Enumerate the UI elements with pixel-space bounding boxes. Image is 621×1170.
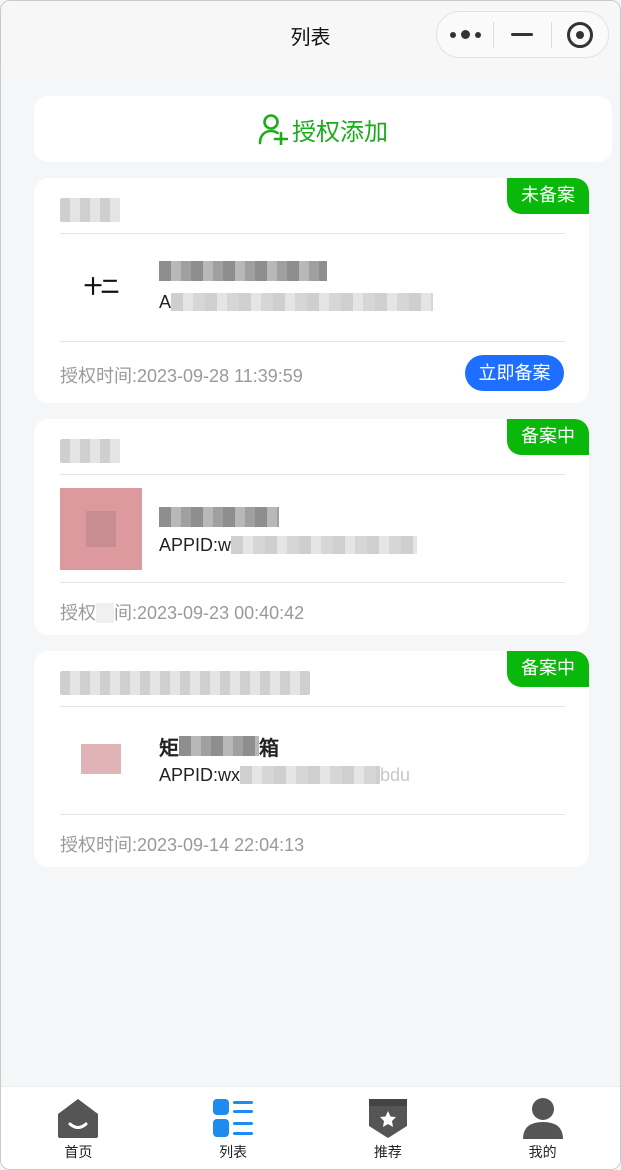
authorization-time: 授权时间:2023-09-14 22:04:13 [60,835,305,855]
authorization-time: 授权时间:2023-09-28 11:39:59 [60,366,303,386]
card-divider [60,233,565,234]
add-user-icon [258,114,288,145]
authorize-add-button[interactable]: 授权添加 [34,96,612,162]
tab-bar: 首页 列表 推荐 我的 [1,1086,620,1169]
list-icon [213,1099,254,1137]
app-title-blurred [179,736,259,756]
navigation-bar: 列表 [1,1,620,67]
app-id-prefix: A [159,291,172,312]
app-title [159,504,279,530]
mini-program-card[interactable]: 备案中 APPID:w 授权 间:2023-09-23 00:40:42 [34,419,589,635]
app-title-blurred [159,261,327,281]
app-frame: 列表 授权添加 未备案 十二 A 授权时间:2023-09-28 11:39:5… [0,0,621,1170]
mini-program-capsule [436,11,609,58]
authorization-time: 授权 间:2023-09-23 00:40:42 [60,599,304,625]
minimize-icon [511,33,534,36]
card-divider [60,706,565,707]
recommend-badge-icon [368,1099,407,1138]
mini-program-card[interactable]: 备案中 矩 箱 APPID:wx bdu 授权时间:2023-09-14 22:… [34,651,589,867]
card-divider [60,582,565,583]
redaction-block [96,603,114,623]
mini-program-card[interactable]: 未备案 十二 A 授权时间:2023-09-28 11:39:59 立即备案 [34,178,589,403]
minimize-button[interactable] [494,12,550,57]
status-badge: 备案中 [507,419,589,455]
app-title-blurred [159,507,279,527]
user-icon [522,1098,563,1139]
app-id-blurred [240,766,381,784]
app-id: APPID:w [159,533,418,557]
tab-mine[interactable]: 我的 [465,1087,620,1169]
app-id-prefix: APPID:w [159,534,232,555]
app-id: APPID:wx bdu [159,763,410,787]
tab-list[interactable]: 列表 [156,1087,311,1169]
account-name-blurred [60,439,120,463]
app-id-prefix: APPID:wx [159,764,241,785]
app-title: 矩 箱 [159,733,279,760]
app-logo: 十二 [60,245,142,327]
tab-recommend[interactable]: 推荐 [311,1087,466,1169]
tab-home-label: 首页 [64,1144,93,1160]
tab-mine-label: 我的 [528,1144,557,1160]
close-button[interactable] [552,12,608,57]
close-target-icon [566,21,593,48]
tab-home[interactable]: 首页 [1,1087,156,1169]
card-divider [60,341,565,342]
app-logo-image [81,744,121,774]
card-divider [60,474,565,475]
app-logo-text: 十二 [84,277,119,297]
status-badge: 未备案 [507,178,589,214]
app-logo [60,718,142,800]
app-title-end: 箱 [259,737,279,760]
authorize-add-label: 授权添加 [292,118,388,146]
account-name-blurred [60,671,310,695]
more-dots-icon [449,30,481,39]
authorization-time-prefix: 授权 [60,603,96,623]
app-logo [60,488,142,570]
authorization-time-suffix: 间:2023-09-23 00:40:42 [114,603,305,623]
tab-recommend-label: 推荐 [373,1144,402,1160]
app-id: A [159,290,434,314]
app-title-start: 矩 [159,737,179,760]
app-title [159,258,327,284]
app-id-blurred [171,293,434,311]
app-id-blurred [231,536,418,554]
tab-list-label: 列表 [219,1144,248,1160]
file-record-button[interactable]: 立即备案 [465,355,564,391]
app-id-suffix: bdu [380,764,411,785]
more-menu-button[interactable] [437,12,493,57]
card-divider [60,814,565,815]
home-icon [58,1099,99,1138]
status-badge: 备案中 [507,651,589,687]
account-name-blurred [60,198,120,222]
